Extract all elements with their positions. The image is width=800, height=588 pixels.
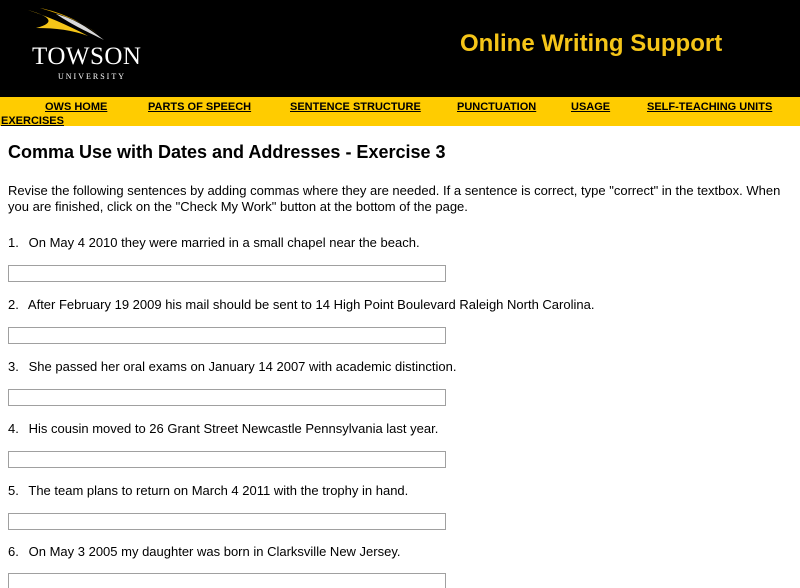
question-text: On May 3 2005 my daughter was born in Cl… bbox=[28, 544, 401, 559]
nav-self-teaching-units[interactable]: SELF-TEACHING UNITS bbox=[647, 101, 772, 113]
answer-input-4[interactable] bbox=[8, 451, 446, 468]
nav-parts-of-speech[interactable]: PARTS OF SPEECH bbox=[148, 101, 251, 113]
answer-input-5[interactable] bbox=[8, 513, 446, 530]
towson-logo[interactable]: TOWSON UNIVERSITY bbox=[24, 6, 154, 81]
question-5: 5. The team plans to return on March 4 2… bbox=[8, 483, 408, 498]
main-nav: OWS HOME PARTS OF SPEECH SENTENCE STRUCT… bbox=[0, 97, 800, 127]
question-text: His cousin moved to 26 Grant Street Newc… bbox=[28, 421, 439, 436]
question-text: On May 4 2010 they were married in a sma… bbox=[28, 235, 420, 250]
question-number: 2. bbox=[8, 297, 19, 312]
question-number: 3. bbox=[8, 359, 19, 374]
question-3: 3. She passed her oral exams on January … bbox=[8, 359, 456, 374]
instructions: Revise the following sentences by adding… bbox=[8, 183, 781, 214]
site-title: Online Writing Support bbox=[460, 30, 723, 57]
question-text: She passed her oral exams on January 14 … bbox=[28, 359, 457, 374]
question-number: 1. bbox=[8, 235, 19, 250]
question-2: 2. After February 19 2009 his mail shoul… bbox=[8, 297, 594, 312]
logo-subtitle: UNIVERSITY bbox=[58, 72, 126, 81]
question-1: 1. On May 4 2010 they were married in a … bbox=[8, 235, 420, 250]
question-number: 6. bbox=[8, 544, 19, 559]
nav-punctuation[interactable]: PUNCTUATION bbox=[457, 101, 536, 113]
nav-exercises[interactable]: EXERCISES bbox=[1, 115, 64, 127]
site-header: TOWSON UNIVERSITY Online Writing Support bbox=[0, 0, 800, 97]
answer-input-2[interactable] bbox=[8, 327, 446, 344]
question-text: The team plans to return on March 4 2011… bbox=[28, 483, 409, 498]
nav-sentence-structure[interactable]: SENTENCE STRUCTURE bbox=[290, 101, 421, 113]
answer-input-1[interactable] bbox=[8, 265, 446, 282]
question-number: 5. bbox=[8, 483, 19, 498]
nav-ows-home[interactable]: OWS HOME bbox=[45, 101, 107, 113]
answer-input-6[interactable] bbox=[8, 573, 446, 588]
answer-input-3[interactable] bbox=[8, 389, 446, 406]
question-text: After February 19 2009 his mail should b… bbox=[27, 297, 595, 312]
question-6: 6. On May 3 2005 my daughter was born in… bbox=[8, 544, 400, 559]
page-title: Comma Use with Dates and Addresses - Exe… bbox=[8, 142, 446, 162]
tiger-swoosh-icon bbox=[28, 8, 104, 40]
question-4: 4. His cousin moved to 26 Grant Street N… bbox=[8, 421, 438, 436]
question-number: 4. bbox=[8, 421, 19, 436]
nav-usage[interactable]: USAGE bbox=[571, 101, 610, 113]
logo-name: TOWSON bbox=[32, 43, 142, 70]
